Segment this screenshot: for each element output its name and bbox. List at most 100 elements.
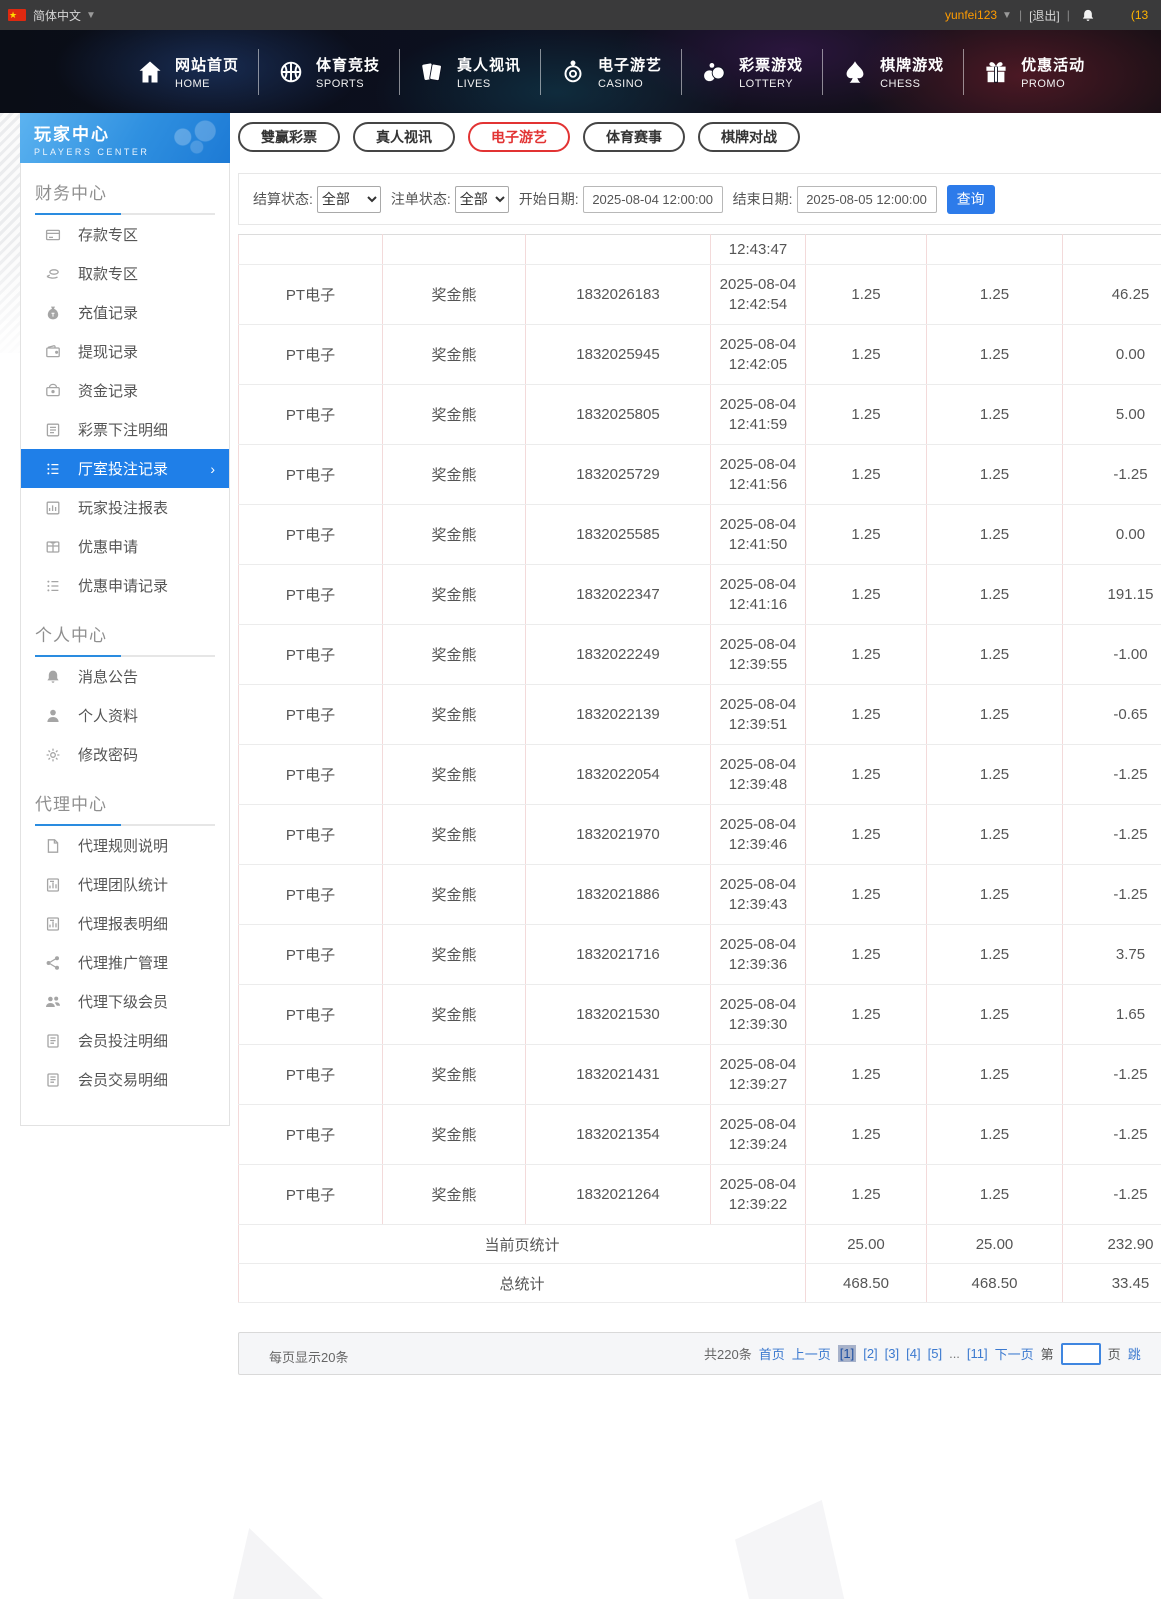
- nav-item-promo[interactable]: 优惠活动PROMO: [964, 54, 1104, 90]
- username-menu[interactable]: yunfei123: [945, 8, 997, 22]
- sidebar-item-label: 修改密码: [78, 744, 138, 765]
- cell-order-no: 1832022139: [526, 685, 711, 745]
- summary-bet: 468.50: [806, 1264, 927, 1303]
- nav-item-label-zh: 体育竞技: [316, 54, 380, 75]
- sidebar-item[interactable]: 优惠申请记录: [35, 566, 215, 605]
- cell-order-no: 1832021530: [526, 985, 711, 1045]
- tab-雙赢彩票[interactable]: 雙赢彩票: [238, 122, 340, 152]
- sidebar-item[interactable]: 代理报表明细: [35, 904, 215, 943]
- nav-item-labels: 电子游艺CASINO: [598, 54, 662, 90]
- sidebar-item[interactable]: 会员交易明细: [35, 1060, 215, 1099]
- sidebar-item-label: 玩家投注报表: [78, 497, 168, 518]
- summary-label: 当前页统计: [239, 1225, 806, 1264]
- sidebar-item[interactable]: 代理下级会员: [35, 982, 215, 1021]
- player-center-sidebar: 玩家中心 PLAYERS CENTER 财务中心存款专区取款专区充值记录提现记录…: [20, 113, 230, 1126]
- sidebar-item-label: 代理报表明细: [78, 913, 168, 934]
- sidebar-item[interactable]: 代理推广管理: [35, 943, 215, 982]
- sidebar-item[interactable]: 代理规则说明: [35, 826, 215, 865]
- cell-bet-amount: 1.25: [806, 865, 927, 925]
- summary-bet: 25.00: [806, 1225, 927, 1264]
- sidebar-item[interactable]: 代理团队统计: [35, 865, 215, 904]
- cell-game-name: 奖金熊: [383, 445, 526, 505]
- nav-item-casino[interactable]: 电子游艺CASINO: [541, 54, 681, 90]
- notification-bell-icon[interactable]: [1081, 8, 1095, 23]
- order-status-label: 注单状态:: [391, 189, 451, 209]
- cell-game-type: PT电子: [239, 625, 383, 685]
- search-button[interactable]: 查询: [947, 185, 995, 214]
- sidebar-item[interactable]: 个人资料: [35, 696, 215, 735]
- cell-bet-amount: 1.25: [806, 565, 927, 625]
- sidebar-item[interactable]: 消息公告: [35, 657, 215, 696]
- cell-game-name: 奖金熊: [383, 325, 526, 385]
- per-page-label: 每页显示20条: [269, 1347, 348, 1366]
- cell-game-name: 奖金熊: [383, 625, 526, 685]
- prev-page-link[interactable]: 上一页: [792, 1344, 831, 1363]
- spade-icon: [842, 59, 868, 85]
- sidebar-item[interactable]: 充值记录: [35, 293, 215, 332]
- tab-棋牌对战[interactable]: 棋牌对战: [698, 122, 800, 152]
- nav-item-label-en: LIVES: [457, 78, 521, 90]
- page-link[interactable]: [2]: [863, 1346, 877, 1361]
- cell-valid-bet: 1.25: [927, 565, 1063, 625]
- jump-page-input[interactable]: [1061, 1343, 1101, 1365]
- sidebar-item[interactable]: 修改密码: [35, 735, 215, 774]
- sidebar-item[interactable]: 彩票下注明细: [35, 410, 215, 449]
- sidebar-item-label: 提现记录: [78, 341, 138, 362]
- sidebar-item[interactable]: 会员投注明细: [35, 1021, 215, 1060]
- page-link[interactable]: [3]: [885, 1346, 899, 1361]
- cell-datetime: 2025-08-0412:39:46: [711, 805, 806, 865]
- cell-order-no: 1832025729: [526, 445, 711, 505]
- table-cell: [239, 235, 383, 265]
- jump-button[interactable]: 跳: [1128, 1344, 1141, 1363]
- nav-item-chess[interactable]: 棋牌游戏CHESS: [823, 54, 963, 90]
- sidebar-item[interactable]: 厅室投注记录›: [21, 449, 229, 488]
- table-row: PT电子奖金熊18320258052025-08-0412:41:591.251…: [239, 385, 1161, 445]
- nav-item-lives[interactable]: 真人视讯LIVES: [400, 54, 540, 90]
- logout-button[interactable]: [退出]: [1029, 7, 1060, 24]
- nav-item-sports[interactable]: 体育竞技 SPORTS: [259, 54, 399, 90]
- left-stripe-fade: [0, 240, 20, 370]
- cell-valid-bet: 1.25: [927, 1045, 1063, 1105]
- nav-item-lottery[interactable]: 彩票游戏LOTTERY: [682, 54, 822, 90]
- cell-time: 12:39:36: [711, 955, 805, 975]
- cell-date: 2025-08-04: [711, 1115, 805, 1135]
- page-link[interactable]: [11]: [967, 1346, 988, 1361]
- order-status-select[interactable]: 全部: [455, 186, 509, 213]
- nav-item-label-en: SPORTS: [316, 78, 380, 90]
- sidebar-item[interactable]: 优惠申请: [35, 527, 215, 566]
- sidebar-item[interactable]: 资金记录: [35, 371, 215, 410]
- current-page-link[interactable]: [1]: [838, 1345, 856, 1362]
- sidebar-item-label: 存款专区: [78, 224, 138, 245]
- page-link[interactable]: [4]: [906, 1346, 920, 1361]
- settle-status-select[interactable]: 全部: [317, 186, 381, 213]
- sidebar-item[interactable]: 玩家投注报表: [35, 488, 215, 527]
- bell-icon: [44, 668, 61, 685]
- end-date-input[interactable]: [797, 186, 937, 213]
- cell-date: 2025-08-04: [711, 635, 805, 655]
- nav-item-labels: 体育竞技 SPORTS: [316, 54, 380, 90]
- first-page-link[interactable]: 首页: [759, 1344, 785, 1363]
- cell-date: 2025-08-04: [711, 755, 805, 775]
- sidebar-item[interactable]: 取款专区: [35, 254, 215, 293]
- cell-game-type: PT电子: [239, 565, 383, 625]
- cell-game-name: 奖金熊: [383, 1045, 526, 1105]
- cell-order-no: 1832025805: [526, 385, 711, 445]
- cell-time: 12:39:51: [711, 715, 805, 735]
- cell-order-no: 1832021431: [526, 1045, 711, 1105]
- page-link[interactable]: [5]: [928, 1346, 942, 1361]
- cell-time: 12:42:05: [711, 355, 805, 375]
- cell-time: 12:39:55: [711, 655, 805, 675]
- sidebar-item[interactable]: 存款专区: [35, 215, 215, 254]
- tab-真人视讯[interactable]: 真人视讯: [353, 122, 455, 152]
- next-page-link[interactable]: 下一页: [995, 1344, 1034, 1363]
- tab-体育赛事[interactable]: 体育赛事: [583, 122, 685, 152]
- sidebar-item[interactable]: 提现记录: [35, 332, 215, 371]
- start-date-input[interactable]: [583, 186, 723, 213]
- tab-电子游艺[interactable]: 电子游艺: [468, 122, 570, 152]
- nav-item-home[interactable]: 网站首页HOME: [118, 54, 258, 90]
- cell-win-loss: -1.25: [1063, 805, 1161, 865]
- table-row-partial: 12:43:47: [239, 235, 1161, 265]
- cell-game-type: PT电子: [239, 985, 383, 1045]
- separator: |: [1067, 8, 1070, 22]
- language-selector[interactable]: 简体中文: [33, 7, 81, 24]
